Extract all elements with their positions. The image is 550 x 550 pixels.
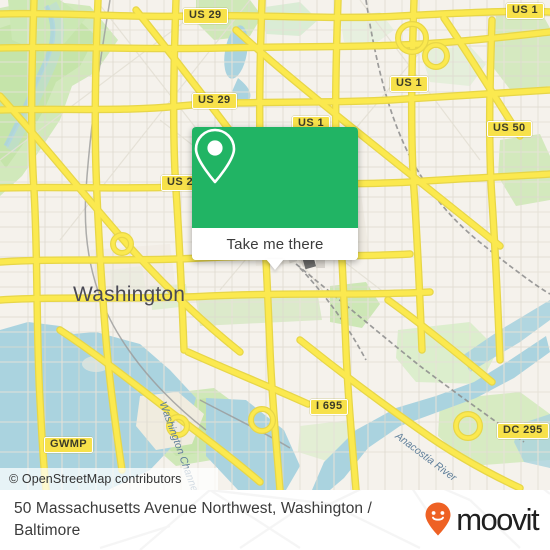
highway-shield-us1-topright: US 1 xyxy=(506,3,545,19)
highway-shield-gwmp: GWMP xyxy=(44,437,94,453)
map-label-washington: Washington xyxy=(73,283,186,306)
map-pin-icon xyxy=(194,128,236,184)
highway-shield-us29-north: US 29 xyxy=(183,8,228,24)
map-screenshot: US 29 US 1 US 29 US 1 US 1 US 50 US 29 I… xyxy=(0,0,550,550)
footer-bar: 50 Massachusetts Avenue Northwest, Washi… xyxy=(0,490,550,550)
moovit-pin-icon xyxy=(425,502,451,536)
address-text: 50 Massachusetts Avenue Northwest, Washi… xyxy=(14,500,372,539)
take-me-there-popup[interactable]: Take me there xyxy=(192,127,358,270)
moovit-wordmark: moovit xyxy=(456,501,539,537)
map-canvas[interactable]: US 29 US 1 US 29 US 1 US 1 US 50 US 29 I… xyxy=(0,0,550,490)
popup-header xyxy=(192,127,358,228)
highway-shield-dc295: DC 295 xyxy=(497,423,549,439)
highway-shield-us29-mid: US 29 xyxy=(192,93,237,109)
moovit-logo[interactable]: moovit xyxy=(425,498,540,537)
highway-shield-us1-left: US 1 xyxy=(390,76,429,92)
osm-attribution-text: © OpenStreetMap contributors xyxy=(9,471,182,486)
popup-footer[interactable]: Take me there xyxy=(192,228,358,260)
osm-attribution[interactable]: © OpenStreetMap contributors xyxy=(0,468,218,490)
popup-pointer xyxy=(266,259,284,270)
highway-shield-i695: I 695 xyxy=(310,399,349,415)
take-me-there-label: Take me there xyxy=(226,235,324,253)
highway-shield-us50: US 50 xyxy=(487,121,532,137)
